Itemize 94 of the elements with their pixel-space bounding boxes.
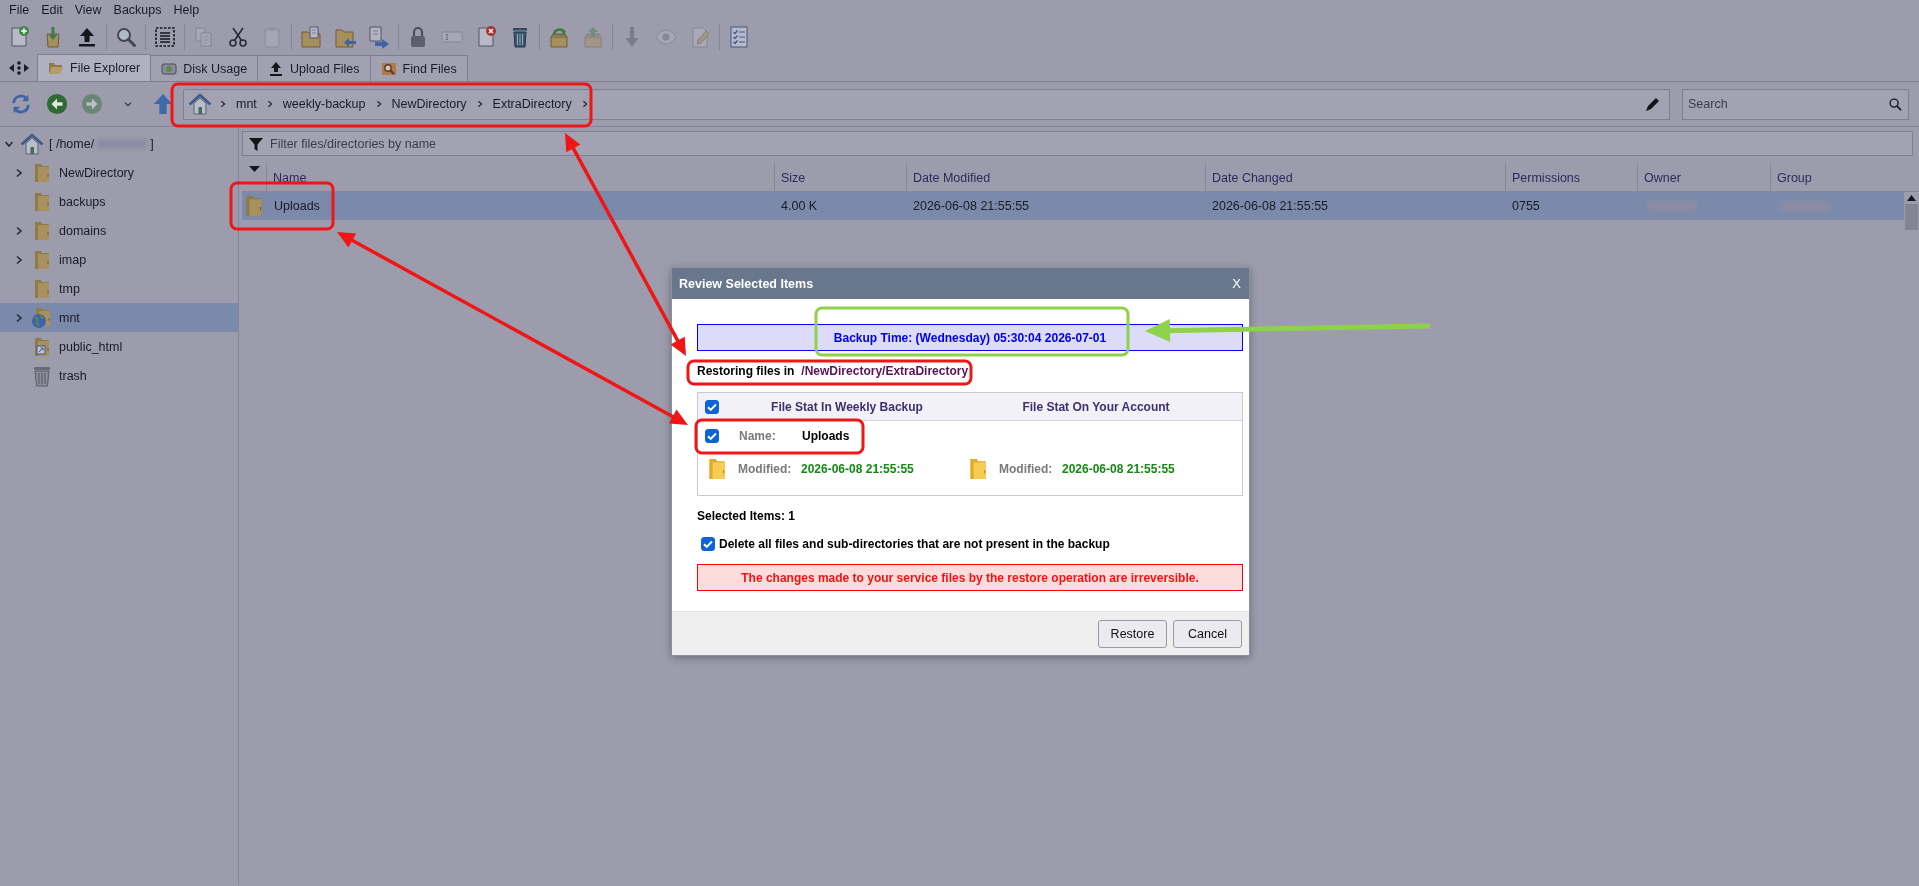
chevron-right-icon[interactable] (14, 312, 24, 323)
chevron-right-icon (374, 99, 383, 109)
chevron-right-icon[interactable] (14, 254, 24, 265)
refresh-icon[interactable] (10, 93, 32, 115)
tree-item[interactable]: tmp (0, 274, 238, 303)
restore-button[interactable]: Restore (1098, 619, 1167, 648)
backup-time-banner: Backup Time: (Wednesday) 05:30:04 2026-07-01 (697, 324, 1243, 351)
tab[interactable]: Find Files (369, 55, 468, 81)
restore-location-label: Restoring files in (697, 363, 795, 378)
column-header[interactable]: Name (266, 164, 774, 191)
close-button[interactable]: X (1232, 276, 1241, 291)
column-header: File Stat In Weekly Backup (771, 399, 923, 414)
upload-icon (268, 60, 285, 77)
column-header[interactable]: Date Changed (1205, 164, 1505, 191)
folder-icon (969, 458, 987, 480)
select-all-icon[interactable] (153, 25, 177, 49)
table-cell: 2026-06-08 21:55:55 (1212, 199, 1329, 213)
breadcrumb-item[interactable]: mnt (234, 97, 259, 111)
tree-item[interactable]: [ /home/ ] (0, 129, 238, 158)
caret-left-icon[interactable] (8, 64, 14, 72)
menu-dots-icon[interactable] (16, 61, 21, 75)
chevron-right-icon (475, 99, 484, 109)
folder-icon (245, 195, 263, 217)
menu-item[interactable]: Edit (35, 3, 69, 17)
column-header[interactable]: Group (1770, 164, 1904, 191)
menu-item[interactable]: View (68, 3, 108, 17)
tree-item[interactable]: trash (0, 361, 238, 390)
search-icon[interactable] (114, 25, 138, 49)
caret-down-icon[interactable] (123, 99, 133, 109)
chevron-right-icon[interactable] (14, 225, 24, 236)
chevron-right-icon[interactable] (14, 167, 24, 178)
tab[interactable]: Upload Files (257, 55, 371, 81)
pencil-icon[interactable] (1645, 96, 1661, 112)
column-header[interactable]: Date Modified (906, 164, 1205, 191)
search-icon[interactable] (1889, 97, 1902, 111)
checkbox[interactable] (705, 429, 719, 443)
table-cell: Uploads (274, 199, 320, 213)
field-label: Modified: (738, 462, 793, 476)
breadcrumb-item[interactable]: weekly-backup (280, 97, 368, 111)
tree-item[interactable]: mnt (0, 303, 238, 332)
table-row[interactable]: Uploads 4.00 K 2026-06-08 21:55:55 2026-06-08 21:55:55 0755 (242, 192, 1904, 220)
table-cell: 2026-06-08 21:55:55 (913, 199, 1030, 213)
field-label: Name: (739, 429, 777, 443)
breadcrumb-item[interactable]: ExtraDirectory (490, 97, 574, 111)
tree-item[interactable]: NewDirectory (0, 158, 238, 187)
chevron-right-icon (580, 99, 589, 109)
warning-message: The changes made to your service files by the restore operation are irreversible. (697, 564, 1243, 591)
cancel-button[interactable]: Cancel (1173, 619, 1242, 648)
box-arrow-icon[interactable] (547, 25, 571, 49)
menu-item[interactable]: File (3, 3, 36, 17)
tree-item[interactable]: domains (0, 216, 238, 245)
scrollbar-thumb[interactable] (1905, 204, 1918, 230)
column-header[interactable]: Owner (1637, 164, 1770, 191)
search-field[interactable]: Search (1682, 88, 1909, 120)
modified-date: 2026-06-08 21:55:55 (801, 462, 914, 476)
checkbox[interactable] (701, 537, 715, 551)
restore-path: /NewDirectory/ExtraDirectory (801, 363, 969, 378)
table-cell: 0755 (1512, 199, 1540, 213)
checkbox[interactable] (705, 399, 719, 414)
filter-field[interactable]: Filter files/directories by name (242, 131, 1913, 156)
menu-item[interactable]: Backups (107, 3, 168, 17)
scissors-icon[interactable] (226, 25, 250, 49)
document-arrow-icon[interactable] (367, 25, 391, 49)
checklist-icon[interactable] (727, 25, 751, 49)
caret-right-icon[interactable] (23, 64, 29, 72)
field-label: Modified: (999, 462, 1054, 476)
folder-open-icon (48, 60, 64, 76)
tab[interactable]: Disk Usage (150, 55, 259, 81)
dialog-title: Review Selected Items (679, 276, 814, 291)
tree-item[interactable]: imap (0, 245, 238, 274)
up-arrow-icon[interactable] (152, 93, 174, 115)
column-header[interactable]: Size (774, 164, 906, 191)
folder-document-icon[interactable] (299, 25, 323, 49)
file-name: Uploads (802, 429, 850, 443)
caret-down-icon[interactable] (248, 166, 260, 172)
tree-item[interactable]: public_html (0, 332, 238, 361)
breadcrumb-item[interactable]: NewDirectory (389, 97, 469, 111)
search-icon (380, 60, 397, 77)
funnel-icon (249, 137, 263, 151)
tree-item[interactable]: backups (0, 187, 238, 216)
menu-item[interactable]: Help (167, 3, 206, 17)
tab[interactable]: File Explorer (37, 54, 152, 81)
folder-icon (708, 458, 726, 480)
chevron-right-icon (219, 99, 227, 109)
house-icon[interactable] (188, 92, 212, 116)
modified-date: 2026-06-08 21:55:55 (1062, 462, 1175, 476)
scroll-up-icon[interactable] (1907, 195, 1916, 201)
column-header: File Stat On Your Account (1022, 399, 1170, 414)
column-header[interactable]: Permissions (1505, 164, 1637, 191)
house-icon (20, 131, 44, 156)
chevron-right-icon (265, 99, 274, 109)
delete-option-label[interactable]: Delete all files and sub-directories that are not present in the backup (719, 537, 1110, 551)
table-cell: 4.00 K (781, 199, 818, 213)
selected-count: Selected Items: 1 (697, 509, 796, 523)
